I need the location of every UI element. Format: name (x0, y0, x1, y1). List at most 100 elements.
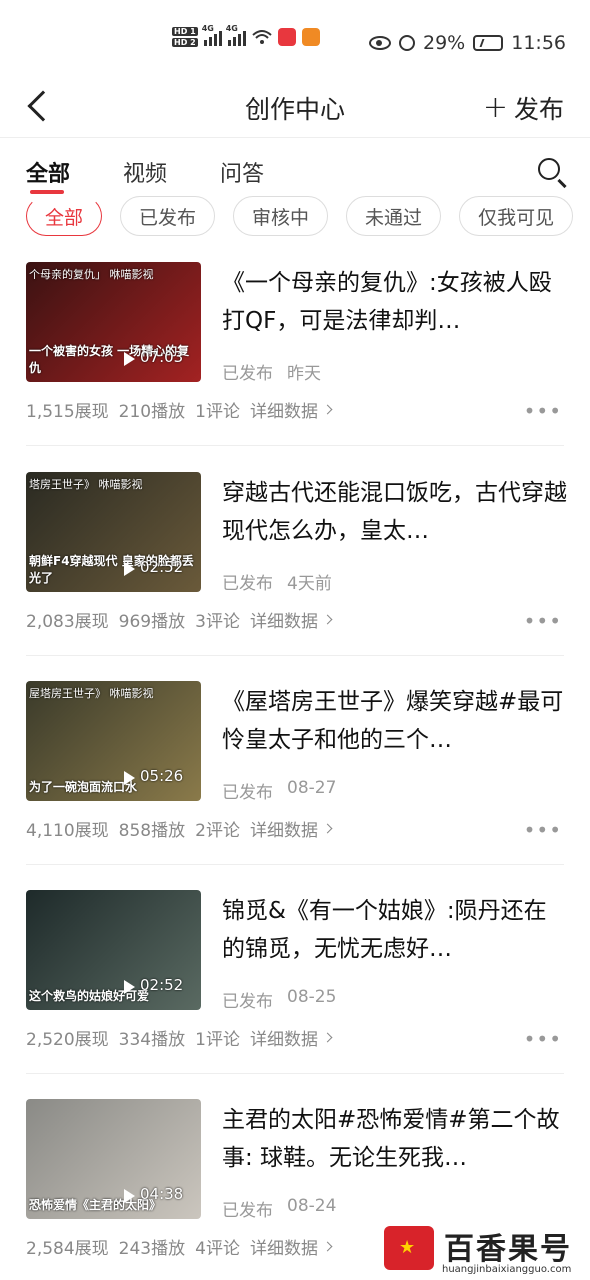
divider (26, 445, 564, 446)
impressions-count: 2,584展现 (26, 1239, 109, 1259)
status-right: 29% 11:56 (369, 32, 566, 54)
impressions-count: 4,110展现 (26, 821, 109, 841)
publish-date: 08-27 (287, 778, 337, 798)
tab-qa[interactable]: 问答 (220, 156, 264, 188)
publish-status: 已发布 (222, 992, 273, 1012)
battery-icon (473, 35, 504, 51)
list-item[interactable]: 塔房王世子》 咻喵影视 朝鲜F4穿越现代 皇家的脸都丢光了 02:52 穿越古代还能混… (0, 472, 590, 682)
impressions-count: 2,083展现 (26, 612, 109, 632)
alarm-icon (399, 35, 415, 51)
battery-percent: 29% (423, 32, 466, 54)
comments-count: 4评论 (195, 1239, 240, 1259)
clock: 11:56 (511, 32, 566, 54)
play-icon (124, 352, 135, 366)
play-notification-icon (301, 28, 320, 46)
more-options-icon[interactable]: ••• (524, 818, 562, 842)
detail-data-label: 详细数据 (249, 1030, 318, 1050)
thumbnail-caption-top: 塔房王世子》 咻喵影视 (29, 478, 143, 491)
watermark-url: huangjinbaixiangguo.com (442, 1264, 572, 1275)
chevron-right-icon (322, 1241, 333, 1252)
video-meta: 已发布 08-24 (222, 1196, 336, 1221)
detail-data-link[interactable]: 详细数据 (249, 607, 333, 632)
more-options-icon[interactable]: ••• (524, 1027, 562, 1051)
video-stats: 2,083展现 969播放 3评论 详细数据 (26, 607, 333, 632)
detail-data-link[interactable]: 详细数据 (249, 816, 333, 841)
video-title[interactable]: 锦觅&《有一个姑娘》:陨丹还在的锦觅，无忧无虑好… (222, 892, 567, 968)
video-thumbnail[interactable]: 屋塔房王世子》 咻喵影视 为了一碗泡面流口水 05:26 (26, 681, 201, 801)
publish-date: 08-24 (287, 1196, 337, 1216)
publish-status: 已发布 (222, 1201, 273, 1221)
hd-icons: HD 1 HD 2 (172, 27, 198, 47)
app-notification-icon (277, 28, 296, 46)
chip-private[interactable]: 仅我可见 (459, 196, 574, 236)
header: 创作中心 + 发布 (0, 80, 590, 138)
video-title[interactable]: 主君的太阳#恐怖爱情#第二个故事: 球鞋。无论生死我… (222, 1101, 567, 1177)
comments-count: 1评论 (195, 402, 240, 422)
thumbnail-caption-top: 个母亲的复仇」 咻喵影视 (29, 268, 154, 281)
video-meta: 已发布 昨天 (222, 359, 321, 384)
video-thumbnail[interactable]: 个母亲的复仇」 咻喵影视 一个被害的女孩 一场精心的复仇 07:03 (26, 262, 201, 382)
detail-data-label: 详细数据 (249, 612, 318, 632)
plays-count: 243播放 (118, 1239, 186, 1259)
publish-button[interactable]: + 发布 (483, 90, 564, 126)
detail-data-link[interactable]: 详细数据 (249, 1025, 333, 1050)
chevron-right-icon (322, 1032, 333, 1043)
thumbnail-caption-bottom: 为了一碗泡面流口水 (29, 780, 138, 794)
chevron-right-icon (322, 823, 333, 834)
more-options-icon[interactable]: ••• (524, 399, 562, 423)
publish-status: 已发布 (222, 574, 273, 594)
comments-count: 3评论 (195, 612, 240, 632)
video-stats: 2,584展现 243播放 4评论 详细数据 (26, 1234, 333, 1259)
tab-video[interactable]: 视频 (123, 156, 167, 188)
more-options-icon[interactable]: ••• (524, 609, 562, 633)
video-stats: 2,520展现 334播放 1评论 详细数据 (26, 1025, 333, 1050)
publish-date: 08-25 (287, 987, 337, 1007)
filter-chips: 全部 已发布 审核中 未通过 仅我可见 (26, 196, 574, 236)
watermark-text: 百香果号 (444, 1232, 572, 1267)
list-item[interactable]: 屋塔房王世子》 咻喵影视 为了一碗泡面流口水 05:26 《屋塔房王世子》爆笑穿越#最… (0, 681, 590, 891)
detail-data-label: 详细数据 (249, 1239, 318, 1259)
tab-all[interactable]: 全部 (26, 156, 70, 188)
detail-data-label: 详细数据 (249, 402, 318, 422)
play-icon (124, 771, 135, 785)
video-thumbnail[interactable]: 塔房王世子》 咻喵影视 朝鲜F4穿越现代 皇家的脸都丢光了 02:52 (26, 472, 201, 592)
chip-all[interactable]: 全部 (26, 196, 103, 236)
detail-data-link[interactable]: 详细数据 (249, 1234, 333, 1259)
publish-label: 发布 (513, 95, 564, 124)
detail-data-link[interactable]: 详细数据 (249, 397, 333, 422)
tab-indicator (30, 190, 64, 194)
list-item[interactable]: 个母亲的复仇」 咻喵影视 一个被害的女孩 一场精心的复仇 07:03 《一个母亲的复仇… (0, 262, 590, 472)
plays-count: 969播放 (118, 612, 186, 632)
list-item[interactable]: 这个救鸟的姑娘好可爱 02:52 锦觅&《有一个姑娘》:陨丹还在的锦觅，无忧无虑好…… (0, 890, 590, 1100)
video-meta: 已发布 4天前 (222, 569, 332, 594)
video-meta: 已发布 08-27 (222, 778, 336, 803)
search-icon[interactable] (538, 158, 560, 180)
signal-2-icon: 4G (226, 24, 246, 46)
plays-count: 210播放 (118, 402, 186, 422)
publish-status: 已发布 (222, 783, 273, 803)
video-title[interactable]: 《一个母亲的复仇》:女孩被人殴打QF，可是法律却判… (222, 264, 567, 340)
publish-date: 昨天 (287, 364, 321, 384)
video-duration: 07:03 (140, 348, 184, 366)
play-icon (124, 562, 135, 576)
chip-reviewing[interactable]: 审核中 (233, 196, 329, 236)
divider (26, 864, 564, 865)
eye-icon (369, 36, 391, 50)
video-title[interactable]: 穿越古代还能混口饭吃，古代穿越现代怎么办，皇太… (222, 474, 567, 550)
video-thumbnail[interactable]: 这个救鸟的姑娘好可爱 02:52 (26, 890, 201, 1010)
video-title[interactable]: 《屋塔房王世子》爆笑穿越#最可怜皇太子和他的三个… (222, 683, 567, 759)
watermark-logo-icon (384, 1226, 434, 1270)
divider (26, 655, 564, 656)
signal-1-icon: 4G (202, 24, 222, 46)
hd1-icon: HD 1 (172, 27, 198, 36)
chip-rejected[interactable]: 未通过 (346, 196, 442, 236)
chevron-right-icon (322, 404, 333, 415)
publish-status: 已发布 (222, 364, 273, 384)
video-meta: 已发布 08-25 (222, 987, 336, 1012)
detail-data-label: 详细数据 (249, 821, 318, 841)
chip-published[interactable]: 已发布 (120, 196, 216, 236)
video-thumbnail[interactable]: 恐怖爱情《主君的太阳》 04:38 (26, 1099, 201, 1219)
chevron-right-icon (322, 614, 333, 625)
wifi-icon (252, 30, 272, 44)
status-left: HD 1 HD 2 4G 4G (172, 24, 320, 47)
